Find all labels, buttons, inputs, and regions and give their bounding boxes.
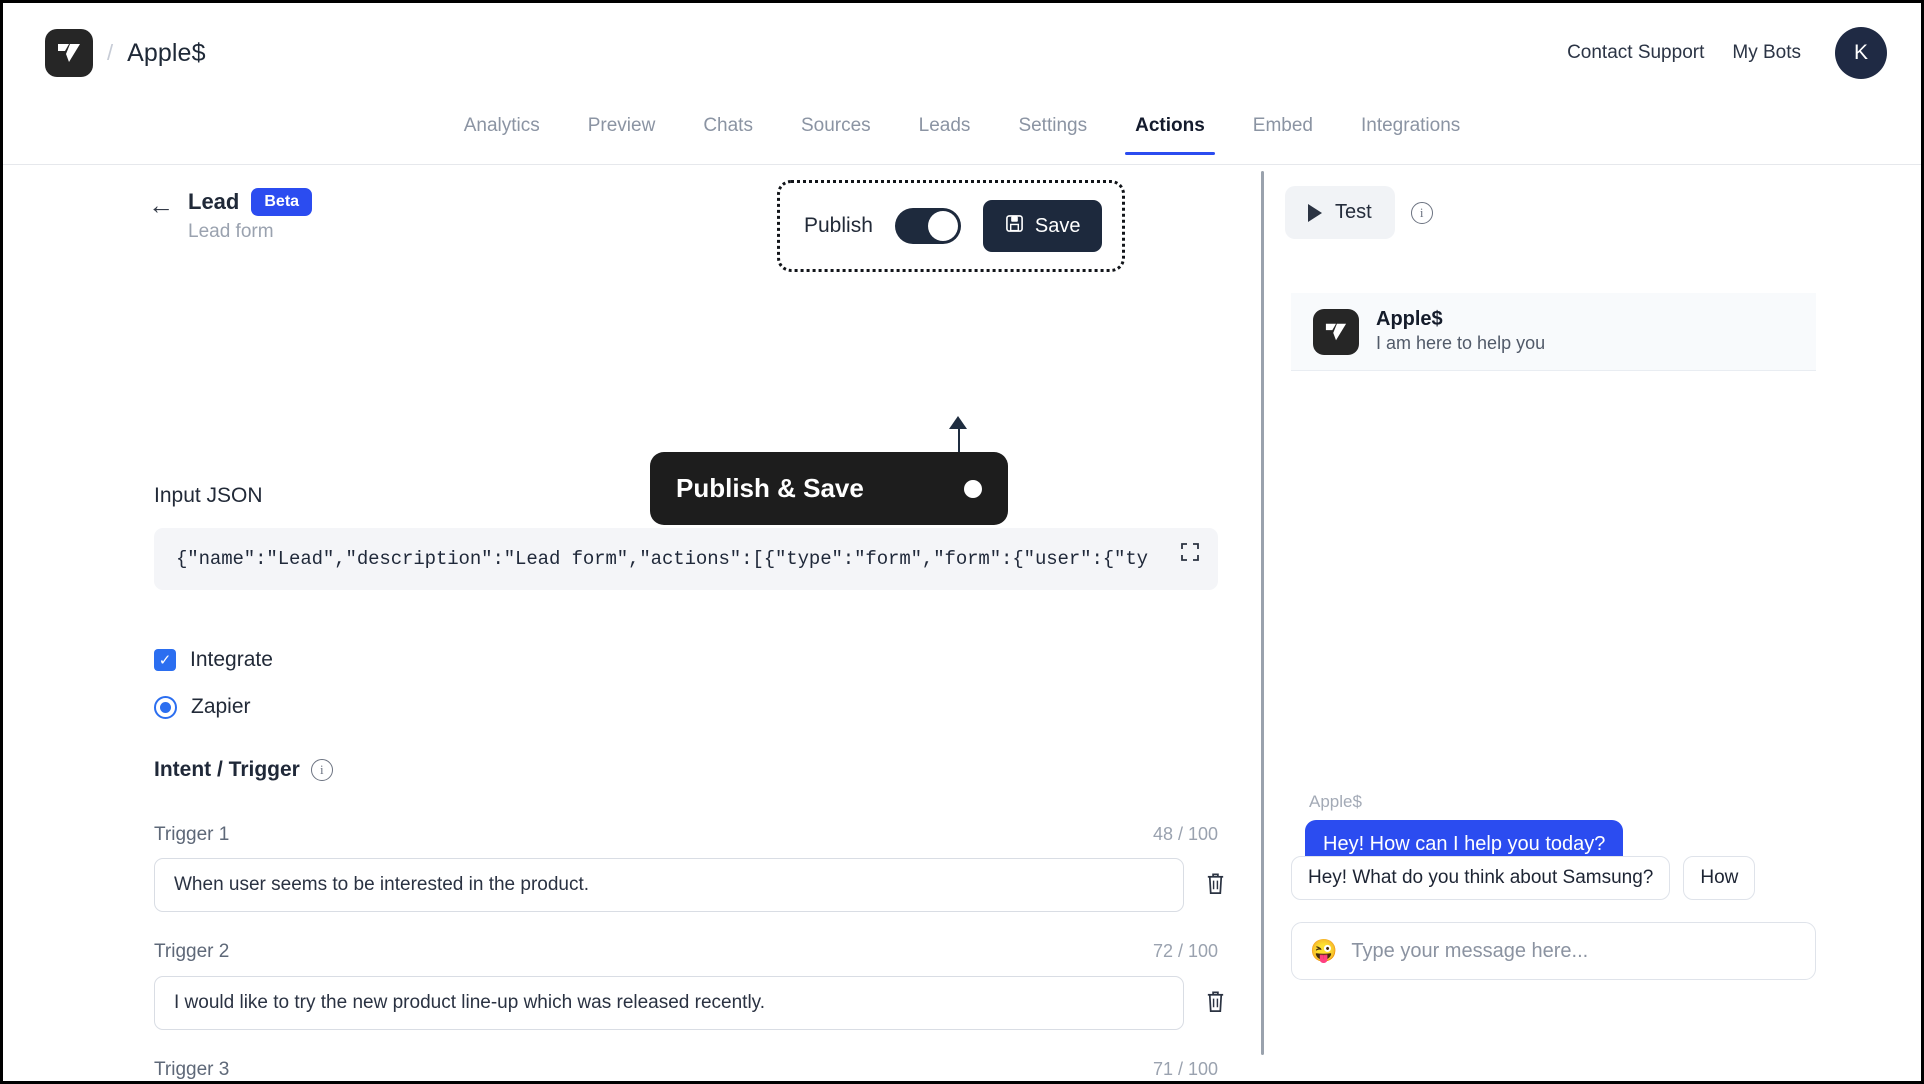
floppy-disk-icon: [1005, 214, 1024, 239]
trigger-2-counter: 72 / 100: [1152, 941, 1218, 961]
trash-icon: [1204, 871, 1227, 899]
smiley-icon[interactable]: 😜: [1310, 940, 1337, 962]
save-button-label: Save: [1034, 214, 1081, 237]
trigger-1-input[interactable]: [154, 858, 1184, 912]
test-info-icon[interactable]: i: [1410, 201, 1433, 224]
radio-selected-icon[interactable]: [154, 695, 177, 719]
trigger-1-label: Trigger 1: [154, 824, 230, 845]
trigger-3-label: Trigger 3: [154, 1059, 230, 1080]
info-icon[interactable]: i: [310, 759, 333, 781]
contact-support-link[interactable]: Contact Support: [1567, 42, 1704, 64]
tab-actions[interactable]: Actions: [1111, 103, 1229, 155]
suggestion-chip-1[interactable]: Hey! What do you think about Samsung?: [1291, 856, 1671, 900]
breadcrumb-bot-name[interactable]: Apple$: [127, 39, 205, 68]
trigger-2-label-row: Trigger 2 72 / 100: [154, 941, 1218, 963]
chat-bot-logo-icon: [1313, 308, 1359, 355]
trigger-2-delete-button[interactable]: [1202, 989, 1228, 1017]
callout-dot-icon: [964, 479, 982, 498]
chat-bot-name: Apple$: [1376, 308, 1443, 331]
trigger-2-label: Trigger 2: [154, 941, 230, 962]
chat-bot-identity: Apple$ I am here to help you: [1376, 307, 1545, 355]
app-window: / Apple$ Contact Support My Bots K Analy…: [0, 0, 1924, 1084]
back-arrow-icon[interactable]: ←: [148, 190, 174, 220]
top-header-bar: / Apple$ Contact Support My Bots K: [3, 3, 1921, 103]
play-icon: [1308, 203, 1322, 222]
input-json-value: {"name":"Lead","description":"Lead form"…: [176, 548, 1148, 570]
publish-toggle[interactable]: [894, 208, 961, 244]
preview-panel: Test i Apple$ I am here to help you Appl…: [1267, 166, 1921, 1081]
publish-label: Publish: [804, 214, 873, 237]
page-title: Lead: [188, 189, 240, 214]
action-editor-panel: ← Lead Beta Lead form Publish Save Publi…: [3, 166, 1261, 1081]
test-row: Test i: [1285, 186, 1433, 239]
expand-fullscreen-icon[interactable]: [1180, 542, 1200, 562]
thinkstack-logo-icon[interactable]: [45, 29, 93, 77]
breadcrumb: / Apple$: [45, 29, 206, 77]
panel-divider[interactable]: [1261, 171, 1264, 1055]
publish-save-callout: Publish & Save: [650, 452, 1008, 525]
zapier-radio-row[interactable]: Zapier: [154, 695, 251, 719]
publish-save-highlight-box: Publish Save: [777, 180, 1125, 272]
test-button-label: Test: [1335, 201, 1372, 223]
callout-label: Publish & Save: [676, 473, 864, 503]
trigger-1-counter: 48 / 100: [1152, 824, 1218, 844]
tab-embed[interactable]: Embed: [1229, 103, 1337, 155]
chat-message-sender: Apple$: [1309, 792, 1362, 811]
input-json-field[interactable]: {"name":"Lead","description":"Lead form"…: [154, 528, 1218, 590]
chat-input-bar[interactable]: 😜: [1291, 922, 1816, 980]
page-subtitle: Lead form: [188, 221, 274, 242]
chat-message-input[interactable]: [1351, 939, 1797, 963]
suggestion-chip-2[interactable]: How: [1683, 856, 1756, 900]
trigger-2-input[interactable]: [154, 976, 1184, 1030]
beta-badge: Beta: [251, 188, 313, 216]
intent-trigger-title: Intent / Trigger: [154, 758, 300, 781]
action-title-row: Lead Beta: [188, 188, 313, 216]
tab-preview[interactable]: Preview: [564, 103, 680, 155]
breadcrumb-separator: /: [107, 40, 114, 65]
tab-settings[interactable]: Settings: [994, 103, 1111, 155]
avatar[interactable]: K: [1835, 27, 1887, 79]
main-nav-tabs: Analytics Preview Chats Sources Leads Se…: [3, 103, 1921, 165]
action-header: ← Lead Beta Lead form: [148, 188, 313, 243]
toggle-knob: [927, 211, 958, 241]
trigger-1-row: [154, 858, 1261, 912]
integrate-checkbox-row[interactable]: ✓ Integrate: [154, 648, 273, 672]
trigger-1-label-row: Trigger 1 48 / 100: [154, 824, 1218, 846]
checkbox-checked-icon[interactable]: ✓: [154, 649, 176, 671]
tab-chats[interactable]: Chats: [679, 103, 777, 155]
integrate-label: Integrate: [190, 648, 273, 671]
tab-integrations[interactable]: Integrations: [1337, 103, 1484, 155]
zapier-label: Zapier: [191, 695, 251, 718]
chat-widget-header: Apple$ I am here to help you: [1291, 293, 1816, 371]
trigger-2-row: [154, 976, 1261, 1030]
intent-trigger-header: Intent / Trigger i: [154, 758, 333, 782]
suggestion-chips: Hey! What do you think about Samsung? Ho…: [1291, 856, 1819, 900]
test-button[interactable]: Test: [1285, 186, 1395, 239]
chat-message-list: Apple$ Hey! How can I help you today?: [1291, 371, 1816, 883]
save-button[interactable]: Save: [982, 200, 1103, 252]
tab-sources[interactable]: Sources: [777, 103, 895, 155]
chat-preview-widget: Apple$ I am here to help you Apple$ Hey!…: [1291, 293, 1816, 1023]
trigger-3-label-row: Trigger 3 71 / 100: [154, 1059, 1218, 1081]
tab-leads[interactable]: Leads: [895, 103, 995, 155]
trash-icon: [1204, 989, 1227, 1017]
header-actions: Contact Support My Bots K: [1567, 27, 1887, 79]
my-bots-link[interactable]: My Bots: [1732, 42, 1801, 64]
trigger-1-delete-button[interactable]: [1202, 871, 1228, 899]
action-title-block: Lead Beta Lead form: [188, 188, 313, 243]
tab-analytics[interactable]: Analytics: [440, 103, 564, 155]
input-json-label: Input JSON: [154, 484, 263, 507]
chat-bot-tagline: I am here to help you: [1376, 333, 1546, 354]
trigger-3-counter: 71 / 100: [1152, 1059, 1218, 1079]
